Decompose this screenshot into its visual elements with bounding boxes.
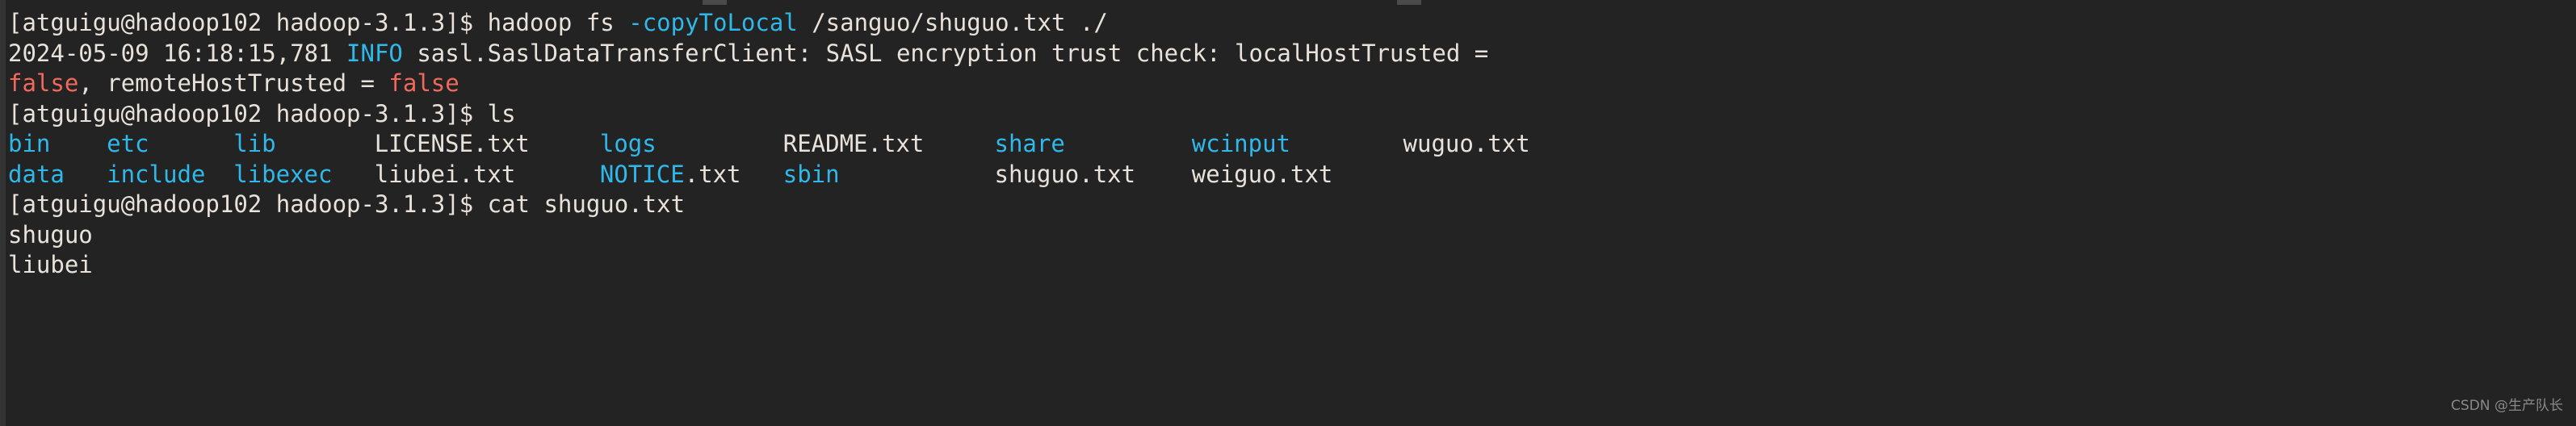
terminal-line-output-shuguo: shuguo — [8, 220, 93, 248]
ls-entry-logs: logs — [600, 129, 657, 160]
log-timestamp: 2024-05-09 16:18:15,781 — [8, 39, 347, 67]
ls-entry-name: etc — [107, 130, 149, 157]
ls-entry-name: libexec — [233, 160, 333, 188]
ls-entry-name: README.txt — [782, 130, 925, 157]
ls-entry-name: logs — [599, 130, 657, 157]
ls-entry-name: shuguo.txt — [994, 160, 1136, 188]
ls-entry-etc: etc — [107, 129, 149, 160]
ls-entry-name: weiguo.txt — [1191, 160, 1333, 188]
shell-prompt: [atguigu@hadoop102 hadoop-3.1.3]$ — [8, 9, 488, 36]
ls-entry-name: LICENSE.txt — [374, 130, 530, 157]
ls-output-row: bin etc lib LICENSE.txt logs README.txt share w… — [8, 129, 2576, 160]
ls-entry-name: wcinput — [1191, 130, 1291, 157]
terminal-window[interactable]: [atguigu@hadoop102 hadoop-3.1.3]$ hadoop… — [0, 0, 2576, 426]
ls-entry-share: share — [995, 129, 1065, 160]
ls-entry-lib: lib — [233, 129, 275, 160]
log-level: INFO — [346, 39, 403, 67]
command-text: hadoop fs — [487, 9, 629, 36]
ls-entry-wuguo-txt: wuguo.txt — [1403, 129, 1530, 160]
terminal-output-area[interactable]: [atguigu@hadoop102 hadoop-3.1.3]$ hadoop… — [0, 3, 2576, 281]
log-value-localhosttrusted: false — [8, 69, 79, 97]
ls-entry-weiguo-txt: weiguo.txt — [1192, 160, 1333, 190]
ls-entry-liubei-txt: liubei.txt — [375, 160, 516, 190]
ls-entry-name: data — [8, 160, 65, 188]
ls-entry-bin: bin — [8, 129, 50, 160]
ls-entry-license-txt: LICENSE.txt — [375, 129, 530, 160]
terminal-line-log-info: 2024-05-09 16:18:15,781 INFO sasl.SaslDa… — [8, 39, 2576, 69]
ls-entry-libexec: libexec — [233, 160, 332, 190]
ls-entry-readme-txt: README.txt — [783, 129, 925, 160]
ls-entry-data: data — [8, 160, 65, 190]
log-value-remotehosttrusted: false — [388, 69, 459, 97]
terminal-line-output-liubei: liubei — [8, 251, 93, 278]
command-text: ls — [487, 99, 516, 127]
command-text: cat shuguo.txt — [487, 190, 686, 218]
ls-entry-name: share — [994, 130, 1065, 157]
ls-entry-name: sbin — [782, 160, 840, 188]
ls-entry-notice: NOTICE.txt — [600, 160, 741, 190]
ls-output-row: data include libexec liubei.txt NOTICE.txt sb… — [8, 160, 2576, 190]
terminal-line-log-continued: false, remoteHostTrusted = false — [8, 69, 2576, 99]
command-flag: -copyToLocal — [628, 9, 798, 36]
shell-prompt: [atguigu@hadoop102 hadoop-3.1.3]$ — [8, 190, 488, 218]
command-args: /sanguo/shuguo.txt ./ — [797, 9, 1108, 36]
ls-entry-name: wuguo.txt — [1403, 130, 1530, 157]
ls-entry-name: NOTICE — [599, 160, 685, 188]
ls-entry-wcinput: wcinput — [1192, 129, 1290, 160]
ls-entry-name: lib — [233, 130, 276, 157]
terminal-line-command-cat: [atguigu@hadoop102 hadoop-3.1.3]$ cat sh… — [8, 190, 2576, 220]
shell-prompt: [atguigu@hadoop102 hadoop-3.1.3]$ — [8, 99, 488, 127]
log-message: sasl.SaslDataTransferClient: SASL encryp… — [402, 39, 1489, 67]
terminal-line-command-copytolocal: [atguigu@hadoop102 hadoop-3.1.3]$ hadoop… — [8, 8, 2576, 39]
log-message-continued: , remoteHostTrusted = — [78, 69, 389, 97]
ls-entry-suffix: .txt — [684, 160, 741, 188]
ls-entry-sbin: sbin — [783, 160, 840, 190]
ls-entry-include: include — [107, 160, 205, 190]
ls-entry-name: include — [107, 160, 206, 188]
ls-entry-shuguo-txt: shuguo.txt — [995, 160, 1136, 190]
terminal-line-command-ls: [atguigu@hadoop102 hadoop-3.1.3]$ ls — [8, 99, 2576, 130]
ls-entry-name: liubei.txt — [374, 160, 516, 188]
ls-entry-name: bin — [8, 130, 51, 157]
csdn-watermark: CSDN @生产队长 — [2451, 397, 2563, 414]
